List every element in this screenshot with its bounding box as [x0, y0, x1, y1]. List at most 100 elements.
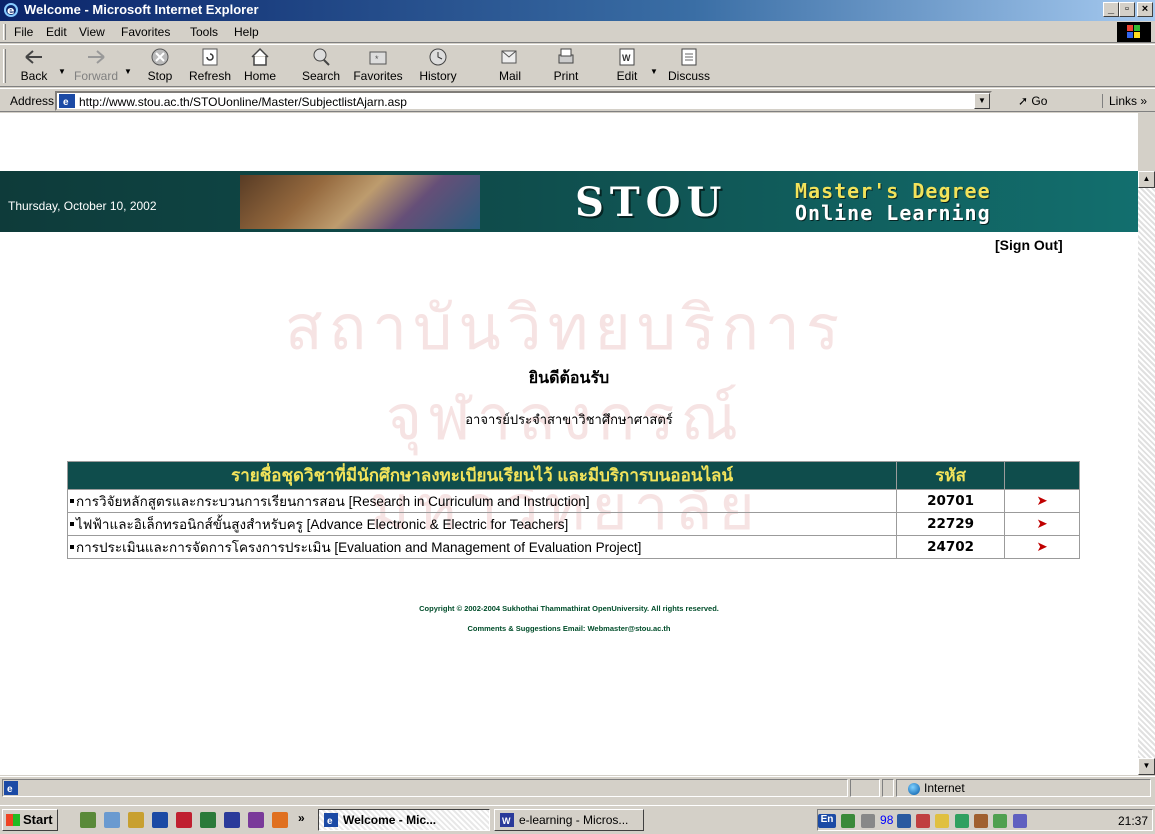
language-indicator[interactable]: En: [818, 813, 836, 828]
edit-button[interactable]: W Edit: [612, 47, 642, 83]
subject-code: 24702: [896, 535, 1006, 559]
menu-favorites[interactable]: Favorites: [121, 25, 170, 39]
search-icon: [313, 48, 330, 66]
stou-banner: Thursday, October 10, 2002 STOU Master's…: [0, 171, 1138, 232]
favorites-button[interactable]: * Favorites: [348, 47, 408, 83]
bullet-icon: [70, 522, 74, 527]
stop-icon: [151, 48, 169, 66]
minimize-button[interactable]: _: [1103, 2, 1119, 17]
history-button[interactable]: History: [414, 47, 462, 83]
back-dropdown-icon[interactable]: ▼: [58, 67, 66, 76]
links-button[interactable]: Links »: [1102, 94, 1147, 108]
banner-tagline-1: Master's Degree: [795, 179, 991, 203]
svg-text:W: W: [622, 53, 631, 63]
start-button[interactable]: Start: [2, 809, 58, 831]
subject-name[interactable]: การประเมินและการจัดการโครงการประเมิน [Ev…: [76, 540, 641, 555]
stop-button[interactable]: Stop: [140, 47, 180, 83]
print-button[interactable]: Print: [548, 47, 584, 83]
task-welcome-label: Welcome - Mic...: [343, 813, 437, 827]
bullet-icon: [70, 499, 74, 504]
tray-tool-icon[interactable]: [916, 813, 931, 828]
history-label: History: [419, 69, 457, 83]
subject-name[interactable]: ไฟฟ้าและอิเล็กทรอนิกส์ขั้นสูงสำหรับครู […: [76, 517, 568, 532]
status-bar: e Internet: [0, 776, 1155, 798]
home-button[interactable]: Home: [240, 47, 280, 83]
favorites-label: Favorites: [353, 69, 403, 83]
tray-extra-icon[interactable]: [974, 813, 989, 828]
maximize-button[interactable]: ▫: [1119, 2, 1135, 17]
links-label: Links: [1109, 94, 1138, 108]
address-bar: Address e http://www.stou.ac.th/STOUonli…: [0, 88, 1155, 112]
subject-name-cell[interactable]: การประเมินและการจัดการโครงการประเมิน [Ev…: [66, 535, 898, 559]
subject-table: รายชื่อชุดวิชาที่มีนักศึกษาลงทะเบียนเรีย…: [66, 461, 1080, 559]
menu-help[interactable]: Help: [234, 25, 259, 39]
close-button[interactable]: ×: [1137, 2, 1153, 17]
tray-misc-icon[interactable]: [1012, 813, 1027, 828]
subject-header-title: รายชื่อชุดวิชาที่มีนักศึกษาลงทะเบียนเรีย…: [66, 461, 898, 490]
menu-edit[interactable]: Edit: [46, 25, 67, 39]
address-url: http://www.stou.ac.th/STOUonline/Master/…: [79, 95, 407, 109]
search-button[interactable]: Search: [296, 47, 346, 83]
back-arrow-icon: [25, 50, 42, 64]
tray-monitor-icon[interactable]: [954, 813, 969, 828]
quicklaunch-access-icon[interactable]: [248, 812, 264, 828]
subject-name-cell[interactable]: ไฟฟ้าและอิเล็กทรอนิกส์ขั้นสูงสำหรับครู […: [66, 512, 898, 536]
status-pane-3: [882, 779, 894, 797]
scroll-up-icon[interactable]: ▲: [1138, 171, 1155, 188]
toolbar-grip[interactable]: [3, 49, 6, 83]
quicklaunch-word-icon[interactable]: [224, 812, 240, 828]
menu-file[interactable]: File: [14, 25, 33, 39]
edit-dropdown-icon[interactable]: ▼: [650, 67, 658, 76]
address-dropdown-icon[interactable]: ▼: [974, 93, 990, 109]
quicklaunch-explorer-icon[interactable]: [104, 812, 120, 828]
scroll-down-icon[interactable]: ▼: [1138, 758, 1155, 775]
ie-logo-icon: e: [4, 3, 18, 17]
quicklaunch-more[interactable]: »: [298, 811, 305, 825]
clock[interactable]: 21:37: [1118, 814, 1148, 828]
sign-out-link[interactable]: [Sign Out]: [995, 237, 1063, 253]
page-ie-icon: e: [59, 94, 75, 108]
volume-icon[interactable]: [860, 813, 875, 828]
svg-text:*: *: [375, 54, 379, 64]
back-button[interactable]: Back: [14, 47, 54, 83]
quicklaunch-media-icon[interactable]: [272, 812, 288, 828]
quicklaunch-excel-icon[interactable]: [200, 812, 216, 828]
search-label: Search: [301, 69, 341, 83]
task-welcome[interactable]: e Welcome - Mic...: [318, 809, 490, 831]
quicklaunch-powerpoint-icon[interactable]: [176, 812, 192, 828]
go-button[interactable]: ➚ Go: [1018, 94, 1047, 108]
quicklaunch-pencil-icon[interactable]: [128, 812, 144, 828]
address-input[interactable]: e http://www.stou.ac.th/STOUonline/Maste…: [55, 91, 992, 111]
task-elearning[interactable]: W e-learning - Micros...: [494, 809, 644, 831]
history-clock-icon: [429, 48, 447, 66]
refresh-button[interactable]: Refresh: [186, 47, 234, 83]
open-subject-arrow-icon[interactable]: ➤: [1004, 489, 1080, 513]
banner-date: Thursday, October 10, 2002: [8, 199, 157, 213]
subject-name[interactable]: การวิจัยหลักสูตรและกระบวนการเรียนการสอน …: [76, 494, 589, 509]
table-row: การวิจัยหลักสูตรและกระบวนการเรียนการสอน …: [66, 489, 1080, 513]
menu-tools[interactable]: Tools: [190, 25, 218, 39]
contact-email-link[interactable]: Comments & Suggestions Email: Webmaster@…: [0, 623, 1138, 635]
forward-button[interactable]: Forward: [72, 47, 120, 83]
subject-header-blank: [1004, 461, 1080, 490]
stop-label: Stop: [147, 69, 173, 83]
title-bar[interactable]: e Welcome - Microsoft Internet Explorer …: [0, 0, 1155, 21]
tray-app-icon[interactable]: [896, 813, 911, 828]
banner-books-image: [240, 175, 480, 229]
subject-name-cell[interactable]: การวิจัยหลักสูตรและกระบวนการเรียนการสอน …: [66, 489, 898, 513]
quicklaunch-ie-icon[interactable]: [152, 812, 168, 828]
menu-grip[interactable]: [3, 24, 6, 40]
open-subject-arrow-icon[interactable]: ➤: [1004, 535, 1080, 559]
mail-button[interactable]: Mail: [490, 47, 530, 83]
subject-code: 22729: [896, 512, 1006, 536]
system-tray: En 98 21:37: [817, 809, 1153, 831]
discuss-button[interactable]: Discuss: [664, 47, 714, 83]
tray-calendar-icon[interactable]: [935, 813, 950, 828]
vertical-scrollbar[interactable]: ▲ ▼: [1138, 171, 1155, 775]
tray-network-icon[interactable]: [993, 813, 1008, 828]
open-subject-arrow-icon[interactable]: ➤: [1004, 512, 1080, 536]
menu-view[interactable]: View: [79, 25, 105, 39]
network-icon[interactable]: [841, 813, 856, 828]
forward-dropdown-icon[interactable]: ▼: [124, 67, 132, 76]
quicklaunch-edit-icon[interactable]: [80, 812, 96, 828]
